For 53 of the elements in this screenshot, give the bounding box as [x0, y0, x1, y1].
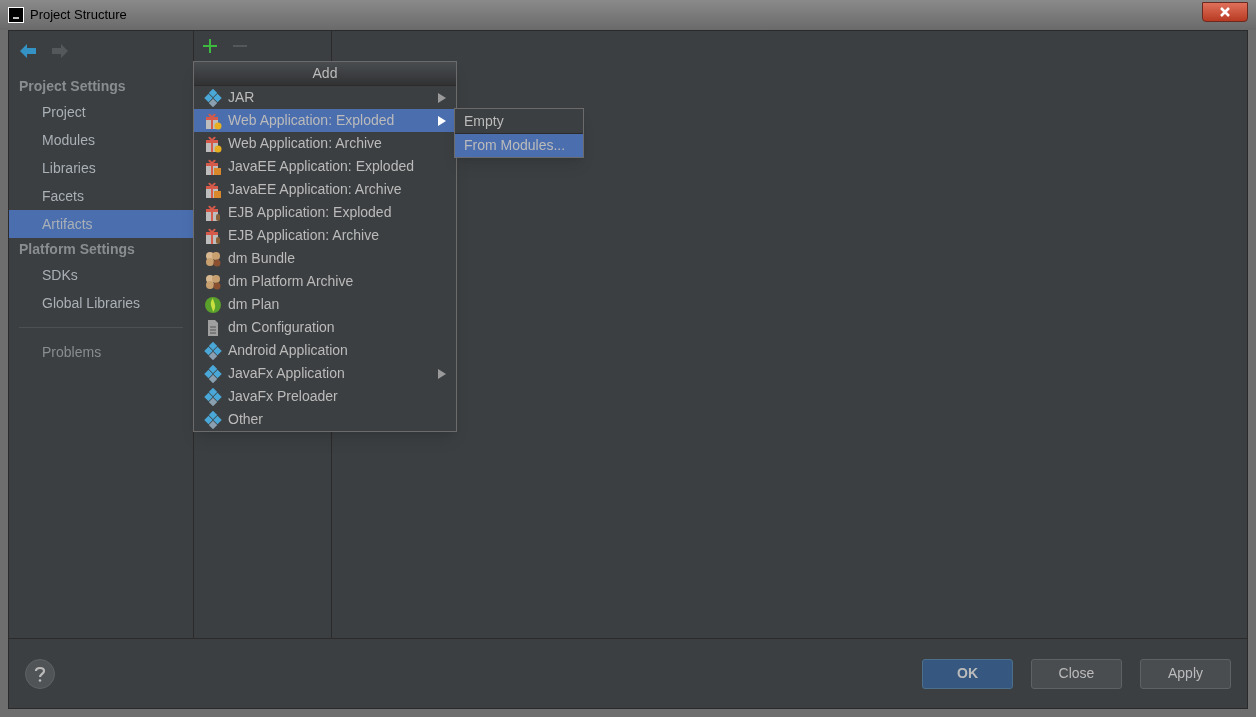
ok-button[interactable]: OK: [922, 658, 1013, 689]
menu-item[interactable]: Other: [194, 408, 456, 431]
gift-icon: [204, 226, 222, 245]
menu-item[interactable]: Web Application: Archive: [194, 132, 456, 155]
sidebar-item[interactable]: Project: [9, 98, 193, 126]
menu-title: Add: [194, 62, 456, 86]
globe-icon: [204, 295, 222, 314]
menu-item[interactable]: EJB Application: Exploded: [194, 201, 456, 224]
close-icon: [1219, 7, 1231, 17]
gift-icon: [204, 111, 222, 130]
dialog-button[interactable]: Apply: [1140, 658, 1231, 689]
menu-item[interactable]: EJB Application: Archive: [194, 224, 456, 247]
bundle-icon: [204, 272, 222, 291]
diamond-icon: [204, 387, 222, 406]
sidebar-item[interactable]: SDKs: [9, 261, 193, 289]
menu-item[interactable]: Empty: [455, 109, 583, 133]
menu-item[interactable]: JavaFx Application: [194, 362, 456, 385]
diamond-icon: [204, 88, 222, 107]
app-logo-icon: [8, 7, 24, 23]
submenu-arrow-icon: [438, 115, 446, 126]
sidebar-item[interactable]: Libraries: [9, 154, 193, 182]
gift-icon: [204, 157, 222, 176]
sidebar-item[interactable]: Facets: [9, 182, 193, 210]
menu-item[interactable]: JavaEE Application: Archive: [194, 178, 456, 201]
menu-item[interactable]: dm Bundle: [194, 247, 456, 270]
submenu-arrow-icon: [438, 92, 446, 103]
menu-item[interactable]: dm Platform Archive: [194, 270, 456, 293]
menu-item[interactable]: dm Plan: [194, 293, 456, 316]
menu-item[interactable]: dm Configuration: [194, 316, 456, 339]
gift-icon: [204, 134, 222, 153]
help-button[interactable]: [25, 658, 55, 689]
sidebar-item[interactable]: Global Libraries: [9, 289, 193, 317]
bundle-icon: [204, 249, 222, 268]
question-mark-icon: [34, 665, 46, 682]
diamond-icon: [204, 341, 222, 360]
close-button[interactable]: [1202, 2, 1248, 22]
menu-item[interactable]: JavaFx Preloader: [194, 385, 456, 408]
gift-icon: [204, 180, 222, 199]
menu-item[interactable]: Android Application: [194, 339, 456, 362]
sidebar-item[interactable]: Modules: [9, 126, 193, 154]
menu-item[interactable]: JavaEE Application: Exploded: [194, 155, 456, 178]
menu-item[interactable]: JAR: [194, 86, 456, 109]
submenu-arrow-icon: [438, 368, 446, 379]
diamond-icon: [204, 364, 222, 383]
section-header: Project Settings: [18, 77, 127, 96]
window-title: Project Structure: [30, 6, 127, 25]
sidebar-item[interactable]: Problems: [9, 338, 193, 366]
diamond-icon: [204, 410, 222, 429]
add-icon[interactable]: [202, 38, 218, 54]
back-arrow-icon[interactable]: [19, 43, 37, 59]
gift-icon: [204, 203, 222, 222]
dialog-button[interactable]: Close: [1031, 658, 1122, 689]
section-header: Platform Settings: [18, 240, 136, 259]
